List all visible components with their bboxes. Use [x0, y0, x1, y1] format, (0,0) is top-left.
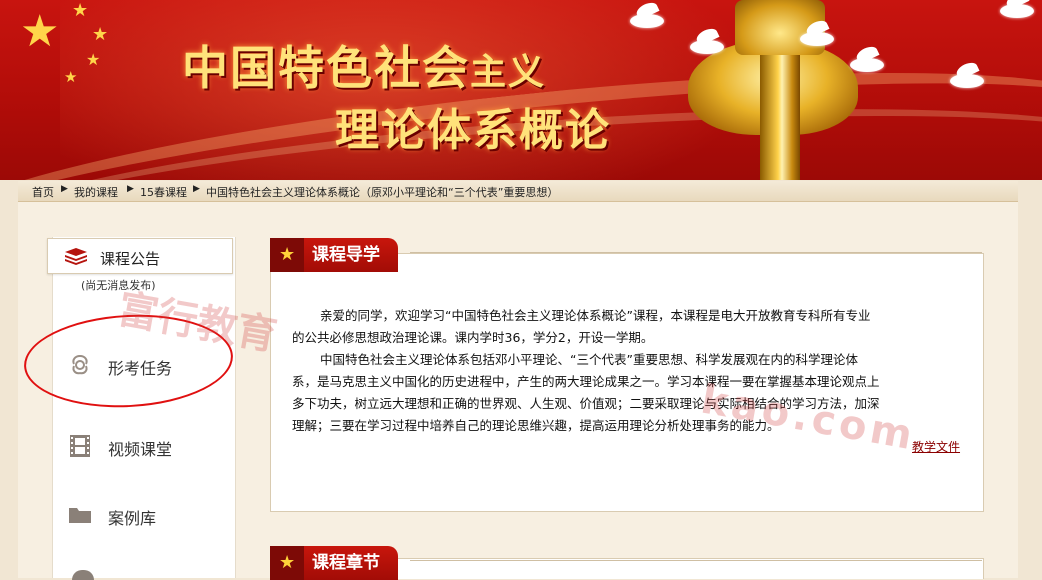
intro-text-line: 系，是马克思主义中国化的历史进程中，产生的两大理论成果之一。学习本课程一要在掌握… — [292, 374, 880, 389]
intro-text-line: 的公共必修思想政治理论课。课内学时36，学分2，开设一学期。 — [292, 330, 654, 345]
star-icon: ★ — [279, 552, 296, 573]
star-icon: ★ — [279, 244, 296, 265]
course-chapters-title: 课程章节 — [304, 546, 398, 580]
course-banner: ★ ★ ★ ★ ★ 中国特色社会主义 理论体系概论 — [0, 0, 1042, 180]
header-rule — [410, 252, 982, 253]
dove-icon — [630, 14, 664, 28]
breadcrumb-current-course: 中国特色社会主义理论体系概论（原邓小平理论和“三个代表”重要思想） — [206, 186, 559, 199]
folder-icon — [69, 508, 91, 523]
breadcrumb: 首页 ▶ 我的课程 ▶ 15春课程 ▶ 中国特色社会主义理论体系概论（原邓小平理… — [18, 181, 1018, 202]
flag-star-icon: ★ — [64, 68, 78, 86]
sidebar-item-label: 案例库 — [108, 509, 157, 528]
breadcrumb-arrow-icon: ▶ — [61, 184, 68, 194]
breadcrumb-home-link[interactable]: 首页 — [32, 184, 54, 200]
intro-text-line: 理解；三要在学习过程中培养自己的理论思维兴趣，提高运用理论分析处理事务的能力。 — [292, 418, 780, 433]
flag-star-icon: ★ — [72, 0, 89, 21]
banner-title-line1: 中国特色社会主义 — [182, 41, 547, 95]
intro-text-line: 亲爱的同学，欢迎学习“中国特色社会主义理论体系概论”课程，本课程是电大开放教育专… — [320, 308, 871, 323]
sidebar-item-case-library[interactable]: 案例库 — [53, 495, 233, 535]
course-notice-label: 课程公告 — [100, 250, 161, 268]
flag-star-icon: ★ — [86, 50, 101, 69]
teaching-documents-link[interactable]: 教学文件 — [912, 438, 960, 455]
sidebar-item-label: 视频课堂 — [108, 440, 173, 459]
header-rule — [410, 560, 982, 561]
film-icon — [70, 435, 90, 457]
intro-text-line: 中国特色社会主义理论体系包括邓小平理论、“三个代表”重要思想、科学发展观在内的科… — [320, 352, 858, 367]
star-badge: ★ — [270, 238, 304, 272]
course-chapters-header: ★ 课程章节 — [270, 546, 982, 580]
notice-status: (尚无消息发布) — [81, 279, 156, 292]
banner-title-line2: 理论体系概论 — [335, 105, 611, 156]
dove-icon — [850, 58, 884, 72]
dove-icon — [1000, 4, 1034, 18]
breadcrumb-term-link[interactable]: 15春课程 — [140, 184, 187, 200]
breadcrumb-arrow-icon: ▶ — [127, 184, 134, 194]
flag-star-icon: ★ — [92, 24, 109, 45]
breadcrumb-arrow-icon: ▶ — [193, 184, 200, 194]
course-intro-title: 课程导学 — [304, 238, 398, 272]
course-intro-header: ★ 课程导学 — [270, 238, 982, 272]
star-badge: ★ — [270, 546, 304, 580]
flag-star-icon: ★ — [20, 6, 60, 57]
dove-icon — [690, 40, 724, 54]
breadcrumb-my-courses-link[interactable]: 我的课程 — [74, 184, 118, 200]
dove-icon — [800, 32, 834, 46]
sidebar-item-video-class[interactable]: 视频课堂 — [53, 426, 233, 466]
dove-icon — [950, 74, 984, 88]
stack-icon — [65, 248, 87, 265]
course-notice-button[interactable]: 课程公告 — [47, 238, 233, 274]
intro-text-line: 多下功夫，树立远大理想和正确的世界观、人生观、价值观；二要采取理论与实际相结合的… — [292, 396, 880, 411]
